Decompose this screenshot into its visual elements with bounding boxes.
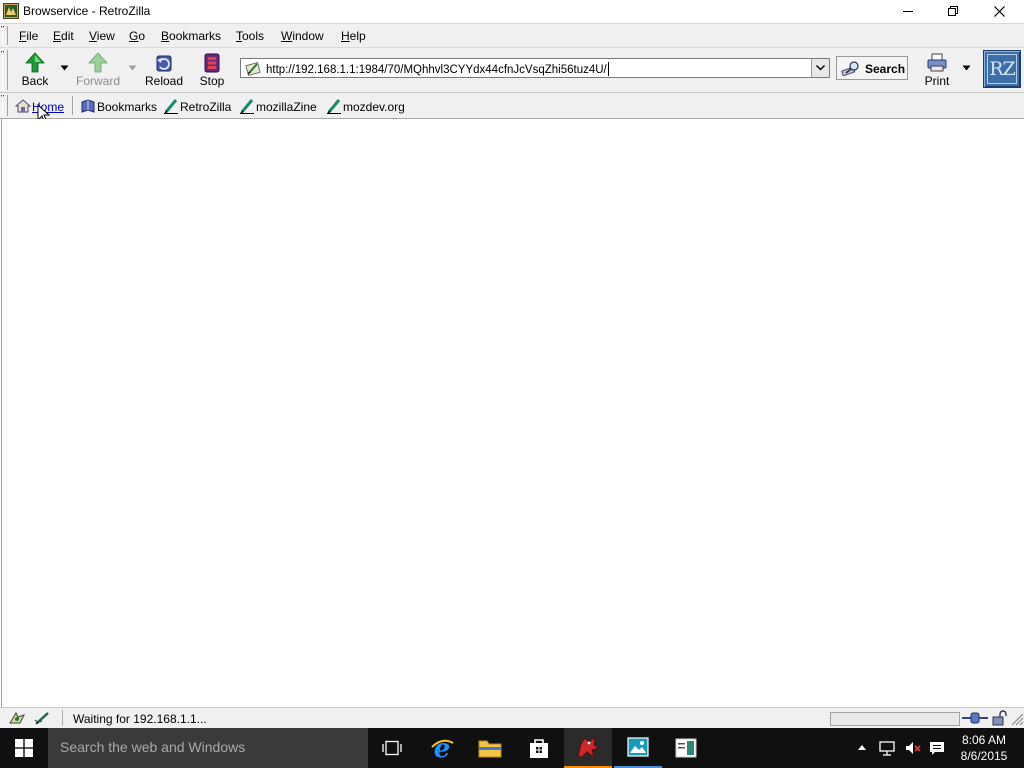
- bookmark-pen-icon: [240, 99, 254, 114]
- retrozilla-app-icon[interactable]: [3, 3, 19, 19]
- navigation-toolbar: ▾ Back Forward Reload Stop http://192.16…: [0, 48, 1024, 93]
- menu-edit[interactable]: Edit: [53, 29, 74, 43]
- back-arrow-icon: [25, 52, 45, 73]
- volume-muted-icon[interactable]: [904, 739, 922, 757]
- taskbar-retrozilla[interactable]: [564, 728, 612, 768]
- task-view-icon: [382, 740, 402, 756]
- menubar-grip[interactable]: [2, 26, 8, 45]
- restore-button[interactable]: [930, 0, 976, 22]
- text-cursor: [607, 62, 609, 76]
- stop-icon: [204, 53, 220, 73]
- forward-arrow-icon: [88, 52, 108, 73]
- internet-explorer-icon: e: [431, 735, 454, 761]
- task-view-button[interactable]: [368, 728, 416, 768]
- progress-meter: [830, 712, 960, 726]
- bookmark-mozillazine[interactable]: mozillaZine: [239, 97, 319, 115]
- url-bar[interactable]: http://192.168.1.1:1984/70/MQhhvl3CYYdx4…: [240, 58, 830, 78]
- menu-tools[interactable]: Tools: [236, 29, 264, 43]
- windows-logo-icon: [15, 739, 33, 757]
- window-app-icon: [675, 738, 697, 758]
- store-bag-icon: [530, 739, 548, 758]
- bookmark-mozdev[interactable]: mozdev.org: [326, 97, 408, 115]
- action-center-icon[interactable]: [928, 739, 946, 757]
- close-icon: [993, 5, 1005, 17]
- bookmark-pen-icon: [164, 99, 178, 114]
- forward-button[interactable]: Forward: [74, 50, 122, 90]
- navbar-grip[interactable]: [2, 50, 8, 90]
- status-bar: Waiting for 192.168.1.1...: [0, 707, 1024, 729]
- reload-button[interactable]: Reload: [142, 50, 186, 90]
- menu-window[interactable]: Window: [281, 29, 324, 43]
- chevron-up-icon[interactable]: [853, 739, 871, 757]
- svg-text:e: e: [434, 735, 451, 761]
- menu-help[interactable]: Help: [341, 29, 366, 43]
- forward-history-dropdown[interactable]: [128, 65, 137, 71]
- personal-toolbar: ▾ Home Bookmarks RetroZilla mozillaZine: [0, 93, 1024, 119]
- back-button[interactable]: Back: [14, 50, 56, 90]
- restore-icon: [948, 6, 958, 16]
- security-lock-icon[interactable]: [991, 710, 1007, 726]
- chevron-down-icon: [816, 65, 825, 71]
- title-bar: Browservice - RetroZilla: [0, 0, 1024, 24]
- taskbar-photos[interactable]: [614, 728, 662, 768]
- minimize-icon: [903, 11, 913, 12]
- search-placeholder: Search the web and Windows: [60, 739, 246, 755]
- bookmarks-menu-button[interactable]: Bookmarks: [80, 97, 158, 115]
- print-options-dropdown[interactable]: [962, 65, 971, 71]
- close-button[interactable]: [976, 0, 1022, 22]
- retrozilla-throbber-logo[interactable]: RZ: [983, 50, 1021, 88]
- folder-icon: [478, 740, 502, 758]
- search-button[interactable]: Search: [836, 56, 908, 80]
- taskbar-file-explorer[interactable]: [466, 728, 514, 768]
- bookmarks-book-icon: [81, 99, 95, 113]
- url-input[interactable]: http://192.168.1.1:1984/70/MQhhvl3CYYdx4…: [266, 62, 609, 76]
- resize-grip-icon[interactable]: [1010, 712, 1024, 726]
- status-text: Waiting for 192.168.1.1...: [73, 712, 207, 726]
- retrozilla-dragon-icon: [577, 735, 601, 759]
- taskbar-window-app[interactable]: [662, 728, 710, 768]
- composer-component-icon[interactable]: [34, 711, 52, 725]
- bookmark-retrozilla[interactable]: RetroZilla: [163, 97, 233, 115]
- persbar-grip[interactable]: [2, 95, 8, 116]
- menu-file[interactable]: File: [19, 29, 38, 43]
- taskbar-edge[interactable]: e: [418, 728, 466, 768]
- printer-icon: [927, 53, 947, 72]
- menu-bookmarks[interactable]: Bookmarks: [161, 29, 221, 43]
- taskbar-search-box[interactable]: Search the web and Windows: [48, 728, 368, 768]
- page-proxy-icon[interactable]: [245, 61, 261, 77]
- menu-bar: ▾ File Edit View Go Bookmarks Tools Wind…: [0, 24, 1024, 48]
- online-status-icon[interactable]: [962, 711, 988, 725]
- navigator-component-icon[interactable]: [8, 711, 26, 725]
- photos-icon: [627, 737, 649, 757]
- network-icon[interactable]: [878, 739, 896, 757]
- minimize-button[interactable]: [885, 0, 931, 22]
- menu-view[interactable]: View: [89, 29, 115, 43]
- back-history-dropdown[interactable]: [60, 65, 69, 71]
- taskbar-store[interactable]: [515, 728, 563, 768]
- stop-button[interactable]: Stop: [192, 50, 232, 90]
- window-title: Browservice - RetroZilla: [23, 4, 151, 18]
- search-magnifier-icon: [841, 61, 859, 76]
- bookmark-pen-icon: [327, 99, 341, 114]
- print-button[interactable]: Print: [918, 50, 956, 90]
- system-clock[interactable]: 8:06 AM 8/6/2015: [950, 732, 1018, 764]
- start-button[interactable]: [0, 728, 48, 768]
- page-content-area[interactable]: [1, 119, 1024, 707]
- clock-time: 8:06 AM: [961, 733, 1007, 747]
- url-history-dropdown[interactable]: [811, 59, 829, 77]
- toolbar-separator: [72, 96, 74, 115]
- reload-icon: [156, 55, 172, 72]
- home-icon: [15, 99, 31, 113]
- status-separator: [62, 710, 63, 726]
- menu-go[interactable]: Go: [129, 29, 145, 43]
- windows-taskbar: Search the web and Windows e 8:06 AM 8/6…: [0, 728, 1024, 768]
- clock-date: 8/6/2015: [960, 749, 1008, 763]
